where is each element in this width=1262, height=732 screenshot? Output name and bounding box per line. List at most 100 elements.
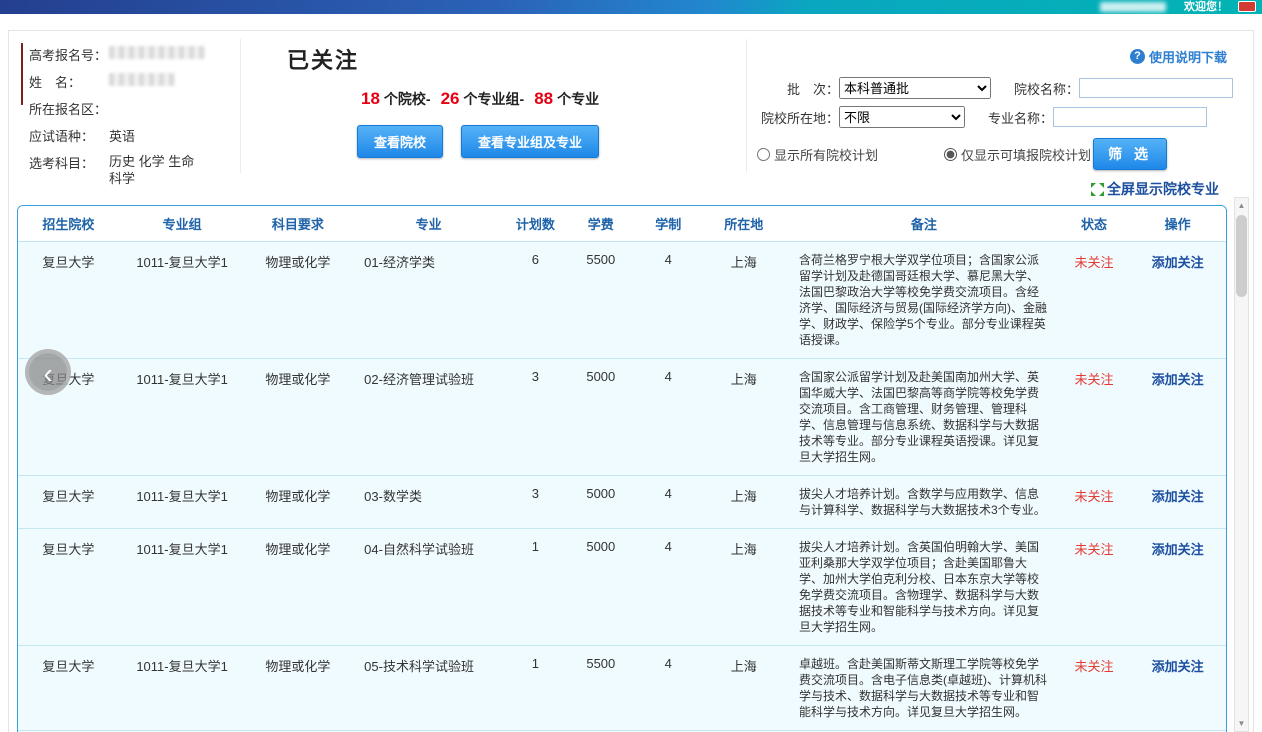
cell-tuition: 5500 <box>564 645 638 730</box>
followed-buttons: 查看院校 查看专业组及专业 <box>357 125 746 158</box>
radio-show-all-input[interactable] <box>757 148 770 161</box>
cell-college: 复旦大学 <box>18 475 119 528</box>
cell-duration: 4 <box>638 475 698 528</box>
top-banner: 欢迎您！ <box>0 0 1262 14</box>
fullscreen-link[interactable]: 全屏显示院校专业 <box>1091 179 1219 199</box>
vertical-scrollbar[interactable]: ▲ ▼ <box>1234 197 1249 732</box>
cell-major-group: 1011-复旦大学1 <box>119 475 246 528</box>
batch-label: 批 次： <box>757 79 839 98</box>
language-value: 英语 <box>109 126 135 145</box>
cell-duration: 4 <box>638 528 698 645</box>
cell-major: 03-数学类 <box>350 475 507 528</box>
college-count-label: 个院校- <box>384 91 431 107</box>
scroll-up-arrow[interactable]: ▲ <box>1235 198 1248 213</box>
status-badge: 未关注 <box>1059 645 1129 730</box>
column-header: 专业 <box>350 206 507 242</box>
column-header: 计划数 <box>507 206 563 242</box>
table-header-row: 招生院校专业组科目要求专业计划数学费学制所在地备注状态操作 <box>18 206 1226 242</box>
column-header: 学制 <box>638 206 698 242</box>
radio-show-fillable-label: 仅显示可填报院校计划 <box>961 145 1091 164</box>
cell-major-group: 1011-复旦大学1 <box>119 528 246 645</box>
group-count: 26 <box>441 89 460 108</box>
table-body: 复旦大学 1011-复旦大学1 物理或化学 01-经济学类 6 5500 4 上… <box>18 241 1226 732</box>
group-count-label: 个专业组- <box>464 91 525 107</box>
table-row: 复旦大学 1011-复旦大学1 物理或化学 02-经济管理试验班 3 5000 … <box>18 358 1226 475</box>
cell-location: 上海 <box>698 358 789 475</box>
cell-college: 复旦大学 <box>18 645 119 730</box>
help-download-link[interactable]: ? 使用说明下载 <box>1130 47 1227 66</box>
location-label: 院校所在地： <box>757 108 839 127</box>
status-badge: 未关注 <box>1059 241 1129 358</box>
college-count: 18 <box>361 89 380 108</box>
help-link-label: 使用说明下载 <box>1149 47 1227 66</box>
question-icon: ? <box>1130 49 1145 64</box>
add-follow-link[interactable]: 添加关注 <box>1152 489 1204 504</box>
radio-show-all-label: 显示所有院校计划 <box>774 145 878 164</box>
college-name-label: 院校名称： <box>1001 79 1079 98</box>
scroll-down-arrow[interactable]: ▼ <box>1235 716 1248 731</box>
language-label: 应试语种： <box>29 126 109 145</box>
filter-button[interactable]: 筛 选 <box>1093 138 1167 170</box>
cell-duration: 4 <box>638 645 698 730</box>
cell-major: 04-自然科学试验班 <box>350 528 507 645</box>
location-select[interactable]: 不限 <box>839 106 965 128</box>
cell-subject-requirement: 物理或化学 <box>245 528 350 645</box>
main-content: 高考报名号： 姓 名： 所在报名区： 应试语种： 英语 选考科目： 历史 化学 … <box>8 30 1254 732</box>
cell-tuition: 5500 <box>564 241 638 358</box>
scrollbar-thumb[interactable] <box>1236 215 1247 297</box>
add-follow-link[interactable]: 添加关注 <box>1152 255 1204 270</box>
field-district: 所在报名区： <box>29 99 234 118</box>
cell-subject-requirement: 物理或化学 <box>245 645 350 730</box>
table-row: 复旦大学 1011-复旦大学1 物理或化学 05-技术科学试验班 1 5500 … <box>18 645 1226 730</box>
cell-note: 拔尖人才培养计划。含英国伯明翰大学、美国亚利桑那大学双学位项目；含赴美国耶鲁大学… <box>789 528 1059 645</box>
plan-table-container: 招生院校专业组科目要求专业计划数学费学制所在地备注状态操作 复旦大学 1011-… <box>17 205 1227 732</box>
cell-subject-requirement: 物理或化学 <box>245 358 350 475</box>
major-name-input[interactable] <box>1053 107 1207 127</box>
cell-note: 卓越班。含赴美国斯蒂文斯理工学院等校免学费交流项目。含电子信息类(卓越班)、计算… <box>789 645 1059 730</box>
column-header: 备注 <box>789 206 1059 242</box>
add-follow-link[interactable]: 添加关注 <box>1152 372 1204 387</box>
cell-tuition: 5000 <box>564 358 638 475</box>
column-header: 状态 <box>1059 206 1129 242</box>
filter-row-3: 显示所有院校计划 仅显示可填报院校计划 筛 选 <box>757 138 1243 170</box>
filter-panel: ? 使用说明下载 批 次： 本科普通批 院校名称： 院校所在地： 不限 专业名称： <box>747 39 1243 173</box>
college-name-input[interactable] <box>1079 78 1233 98</box>
add-follow-link[interactable]: 添加关注 <box>1152 542 1204 557</box>
column-header: 科目要求 <box>245 206 350 242</box>
cell-subject-requirement: 物理或化学 <box>245 241 350 358</box>
radio-show-fillable-input[interactable] <box>944 148 957 161</box>
expand-icon <box>1091 183 1104 196</box>
cell-plan-count: 3 <box>507 358 563 475</box>
add-follow-link[interactable]: 添加关注 <box>1152 659 1204 674</box>
exam-id-label: 高考报名号： <box>29 45 109 64</box>
radio-show-all[interactable]: 显示所有院校计划 <box>757 145 878 164</box>
cell-tuition: 5000 <box>564 475 638 528</box>
batch-select[interactable]: 本科普通批 <box>839 77 991 99</box>
status-badge: 未关注 <box>1059 358 1129 475</box>
student-info-panel: 高考报名号： 姓 名： 所在报名区： 应试语种： 英语 选考科目： 历史 化学 … <box>17 39 241 173</box>
radio-show-fillable[interactable]: 仅显示可填报院校计划 <box>944 145 1091 164</box>
name-label: 姓 名： <box>29 72 109 91</box>
major-count: 88 <box>534 89 553 108</box>
followed-panel: 已关注 18个院校-26个专业组-88个专业 查看院校 查看专业组及专业 <box>241 39 747 173</box>
cell-location: 上海 <box>698 475 789 528</box>
cell-location: 上海 <box>698 528 789 645</box>
name-redacted <box>109 73 175 86</box>
cell-college: 复旦大学 <box>18 528 119 645</box>
table-row: 复旦大学 1011-复旦大学1 物理或化学 01-经济学类 6 5500 4 上… <box>18 241 1226 358</box>
major-name-label: 专业名称： <box>975 108 1053 127</box>
cell-subject-requirement: 物理或化学 <box>245 475 350 528</box>
cell-major-group: 1011-复旦大学1 <box>119 241 246 358</box>
cell-plan-count: 1 <box>507 528 563 645</box>
column-header: 学费 <box>564 206 638 242</box>
welcome-text: 欢迎您！ <box>1184 0 1228 14</box>
followed-counts: 18个院校-26个专业组-88个专业 <box>361 89 746 109</box>
prev-page-arrow[interactable]: ‹ <box>25 349 71 395</box>
cell-plan-count: 1 <box>507 645 563 730</box>
corner-badge-icon <box>1238 1 1256 12</box>
view-groups-majors-button[interactable]: 查看专业组及专业 <box>461 125 599 158</box>
field-language: 应试语种： 英语 <box>29 126 234 145</box>
cell-major: 02-经济管理试验班 <box>350 358 507 475</box>
exam-id-redacted <box>109 46 205 59</box>
view-colleges-button[interactable]: 查看院校 <box>357 125 443 158</box>
